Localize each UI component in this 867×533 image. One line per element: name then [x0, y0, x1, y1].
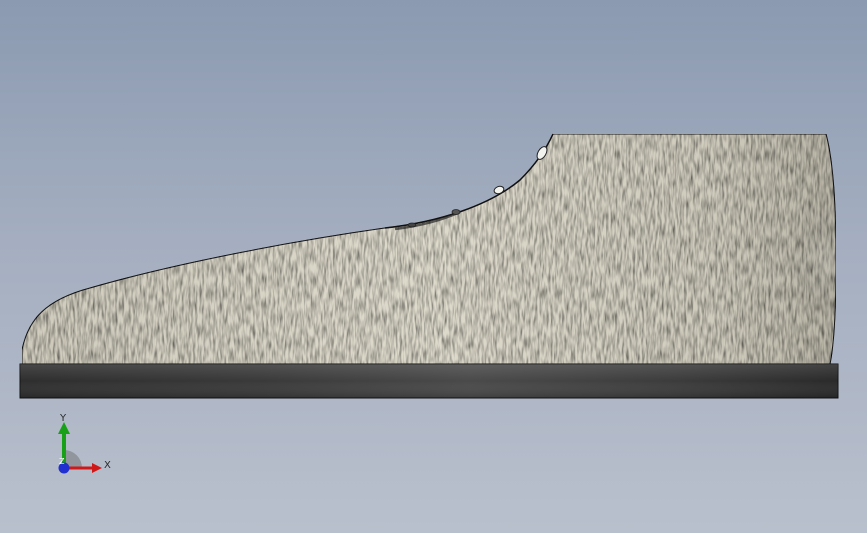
axis-triad: Y X Z [58, 413, 111, 474]
3d-viewport[interactable]: Y X Z [0, 0, 867, 533]
x-axis-arrow [92, 463, 102, 473]
eyelet-3 [451, 209, 461, 215]
eyelet-4 [407, 222, 417, 228]
heel-highlight [700, 134, 836, 364]
sole-shading [20, 364, 838, 398]
z-axis-label: Z [59, 457, 65, 466]
shoe-model[interactable] [0, 0, 867, 533]
x-axis-label: X [104, 460, 111, 471]
y-axis-label: Y [59, 413, 67, 424]
